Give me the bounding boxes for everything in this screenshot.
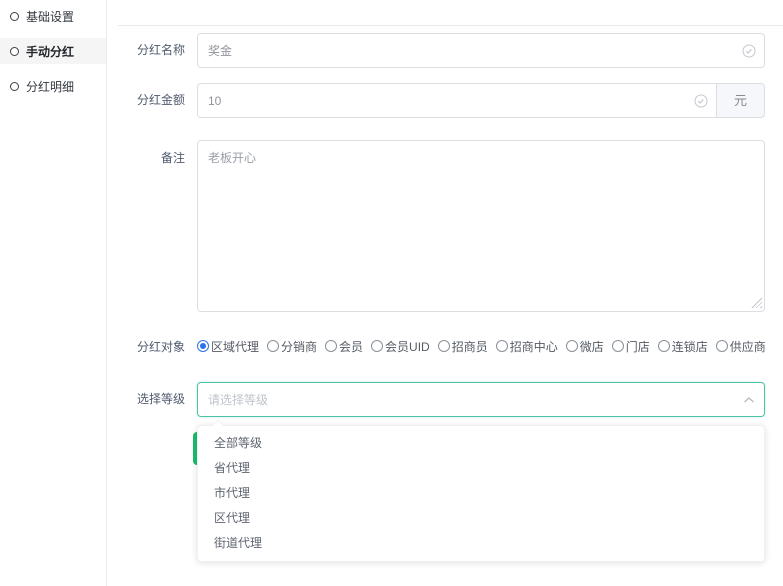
main-panel: 分红名称 分红金额 元 备注 老板开心 分红对象 区域代理 — [108, 0, 783, 586]
radio-unselected-icon — [716, 340, 728, 352]
radio-label: 供应商 — [730, 338, 766, 355]
radio-label: 区域代理 — [211, 338, 259, 355]
radio-unselected-icon — [612, 340, 624, 352]
radio-distributor[interactable]: 分销商 — [267, 338, 317, 355]
radio-unselected-icon — [658, 340, 670, 352]
radio-label: 招商员 — [452, 338, 488, 355]
radio-label: 招商中心 — [510, 338, 558, 355]
radio-recruit-center[interactable]: 招商中心 — [496, 338, 558, 355]
dropdown-option-province-agent[interactable]: 省代理 — [198, 456, 764, 481]
dropdown-option-city-agent[interactable]: 市代理 — [198, 481, 764, 506]
radio-member[interactable]: 会员 — [325, 338, 363, 355]
radio-recruiter[interactable]: 招商员 — [438, 338, 488, 355]
amount-unit-suffix: 元 — [717, 83, 765, 118]
radio-unselected-icon — [496, 340, 508, 352]
dividend-name-label: 分红名称 — [108, 33, 185, 68]
dropdown-option-all-levels[interactable]: 全部等级 — [198, 431, 764, 456]
radio-label: 连锁店 — [672, 338, 708, 355]
sidebar-item-basic-settings[interactable]: 基础设置 — [0, 3, 106, 29]
radio-selected-icon — [197, 340, 209, 352]
dropdown-option-district-agent[interactable]: 区代理 — [198, 506, 764, 531]
level-select — [197, 382, 765, 417]
radio-micro-shop[interactable]: 微店 — [566, 338, 604, 355]
dividend-amount-input[interactable] — [197, 83, 717, 118]
dividend-target-label: 分红对象 — [108, 337, 185, 357]
dividend-name-field — [197, 33, 765, 68]
dividend-amount-label: 分红金额 — [108, 83, 185, 118]
sidebar-item-manual-dividend[interactable]: 手动分红 — [0, 38, 106, 64]
radio-label: 门店 — [626, 338, 650, 355]
radio-label: 微店 — [580, 338, 604, 355]
radio-unselected-icon — [325, 340, 337, 352]
radio-chain-store[interactable]: 连锁店 — [658, 338, 708, 355]
sidebar-item-dividend-details[interactable]: 分红明细 — [0, 73, 106, 99]
remark-textarea[interactable]: 老板开心 — [197, 140, 765, 312]
radio-circle-icon — [10, 12, 19, 21]
radio-label: 会员UID — [385, 338, 430, 355]
radio-supplier[interactable]: 供应商 — [716, 338, 766, 355]
radio-unselected-icon — [438, 340, 450, 352]
sidebar-item-label: 基础设置 — [26, 8, 74, 25]
sidebar-item-label: 手动分红 — [26, 43, 74, 60]
top-divider — [118, 25, 783, 26]
radio-unselected-icon — [566, 340, 578, 352]
dividend-target-radio-group: 区域代理 分销商 会员 会员UID 招商员 招商中心 微店 门店 — [197, 334, 765, 358]
radio-label: 会员 — [339, 338, 363, 355]
radio-circle-icon — [10, 47, 19, 56]
radio-unselected-icon — [371, 340, 383, 352]
sidebar: 基础设置 手动分红 分红明细 — [0, 0, 107, 586]
sidebar-item-label: 分红明细 — [26, 78, 74, 95]
dropdown-option-street-agent[interactable]: 街道代理 — [198, 531, 764, 556]
dropdown-arrow — [212, 419, 223, 430]
radio-circle-icon — [10, 82, 19, 91]
dividend-name-input[interactable] — [197, 33, 765, 68]
chevron-up-icon[interactable] — [743, 396, 755, 404]
radio-store[interactable]: 门店 — [612, 338, 650, 355]
radio-member-uid[interactable]: 会员UID — [371, 338, 430, 355]
remark-label: 备注 — [108, 148, 185, 168]
radio-region-agent[interactable]: 区域代理 — [197, 338, 259, 355]
radio-unselected-icon — [267, 340, 279, 352]
level-dropdown-panel: 全部等级 省代理 市代理 区代理 街道代理 — [197, 425, 765, 562]
select-level-label: 选择等级 — [108, 382, 185, 417]
radio-label: 分销商 — [281, 338, 317, 355]
dividend-amount-field: 元 — [197, 83, 765, 118]
remark-field: 老板开心 — [197, 140, 765, 312]
level-select-input[interactable] — [197, 382, 765, 417]
